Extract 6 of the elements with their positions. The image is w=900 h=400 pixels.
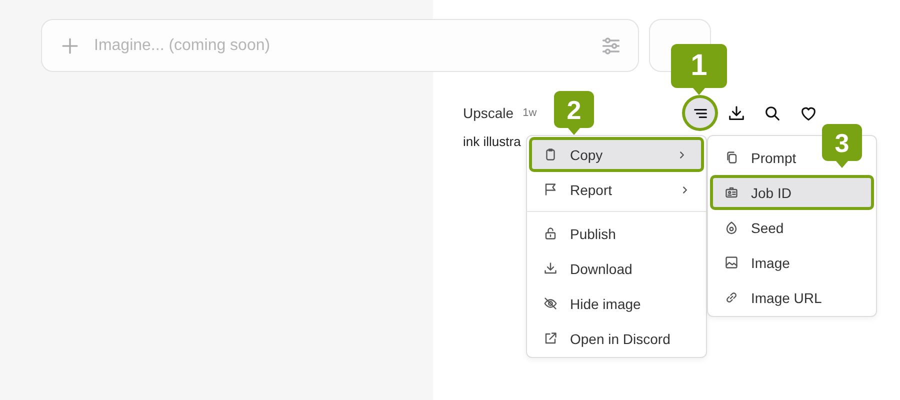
step-number-tooltip: 3 <box>822 124 862 168</box>
prompt-text: ink illustra <box>463 134 522 149</box>
step-number-tooltip: 2 <box>554 91 594 135</box>
step-number-tooltip: 1 <box>671 44 727 95</box>
job-age: 1w <box>522 107 537 119</box>
job-title: Upscale <box>463 105 514 121</box>
